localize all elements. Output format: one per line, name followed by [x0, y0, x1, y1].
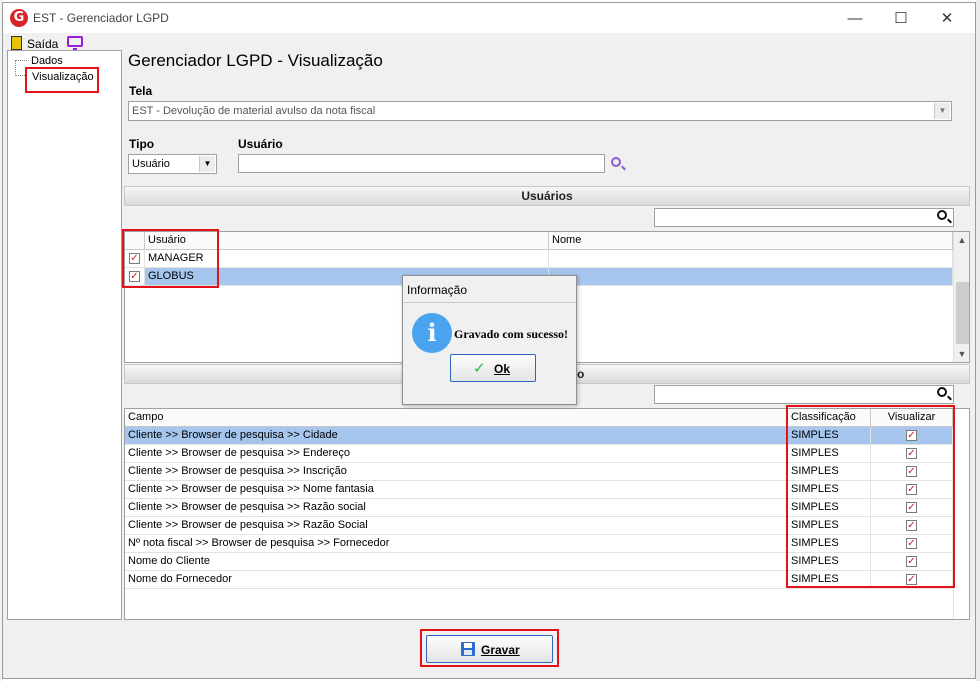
dialog-divider — [403, 302, 576, 303]
row-campo: Cliente >> Browser de pesquisa >> Cidade — [125, 427, 788, 444]
row-nome — [549, 250, 953, 267]
search-icon[interactable] — [937, 210, 947, 220]
exit-menu-item[interactable]: Saída — [27, 37, 58, 51]
usuario-input[interactable] — [238, 154, 605, 173]
title-bar: G EST - Gerenciador LGPD — ☐ ✕ — [3, 3, 975, 33]
highlight-box-fields — [786, 405, 955, 588]
save-button[interactable]: Gravar — [426, 635, 553, 663]
scroll-down-icon[interactable]: ▼ — [954, 346, 969, 362]
info-icon: i — [412, 313, 452, 353]
row-nome — [549, 268, 953, 285]
window-title: EST - Gerenciador LGPD — [33, 11, 169, 25]
tree-connector — [15, 60, 16, 76]
column-header-nome[interactable]: Nome — [549, 232, 953, 250]
row-campo: Cliente >> Browser de pesquisa >> Inscri… — [125, 463, 788, 480]
close-button[interactable]: ✕ — [924, 7, 970, 31]
highlight-box-tree — [25, 67, 99, 93]
tela-select[interactable]: EST - Devolução de material avulso da no… — [128, 101, 952, 121]
row-campo: Cliente >> Browser de pesquisa >> Nome f… — [125, 481, 788, 498]
dialog-title: Informação — [407, 283, 468, 297]
tela-label: Tela — [129, 84, 153, 98]
campos-section-title: o — [577, 367, 585, 381]
table-row[interactable]: ✓ MANAGER — [125, 250, 953, 268]
chevron-down-icon[interactable]: ▼ — [934, 103, 950, 119]
row-campo: Cliente >> Browser de pesquisa >> Razão … — [125, 499, 788, 516]
dialog-message: Gravado com sucesso! — [454, 327, 568, 341]
fields-grid-scrollbar-area — [953, 409, 969, 619]
column-header-campo[interactable]: Campo — [125, 409, 788, 427]
menu-bar: Saída — [3, 33, 975, 53]
row-campo: Cliente >> Browser de pesquisa >> Razão … — [125, 517, 788, 534]
navigation-tree: Dados Visualização — [7, 50, 122, 620]
minimize-button[interactable]: — — [832, 7, 878, 31]
maximize-button[interactable]: ☐ — [878, 7, 924, 31]
usuarios-section-header: Usuários — [124, 186, 970, 206]
tipo-label: Tipo — [129, 137, 155, 151]
ok-button[interactable]: ✓ Ok — [450, 354, 536, 382]
users-search-input[interactable] — [654, 208, 954, 227]
usuario-label: Usuário — [238, 137, 283, 151]
tipo-select-value: Usuário — [132, 158, 170, 170]
chevron-down-icon[interactable]: ▼ — [199, 156, 215, 172]
ok-button-label: Ok — [494, 362, 511, 376]
tipo-select[interactable]: Usuário ▼ — [128, 154, 217, 174]
info-dialog: Informação i Gravado com sucesso! ✓ Ok — [402, 275, 577, 405]
floppy-disk-icon — [461, 642, 475, 656]
search-icon[interactable] — [611, 157, 621, 167]
exit-door-icon[interactable] — [11, 36, 22, 50]
fields-search-input[interactable] — [654, 385, 954, 404]
monitor-icon[interactable] — [67, 36, 83, 51]
row-campo: Nome do Cliente — [125, 553, 788, 570]
users-grid-scrollbar[interactable]: ▲ ▼ — [953, 232, 969, 362]
scroll-up-icon[interactable]: ▲ — [954, 232, 969, 248]
users-grid-header: Usuário Nome — [125, 232, 953, 250]
background-edge-right — [976, 0, 980, 681]
scroll-thumb[interactable] — [956, 282, 969, 344]
checkmark-icon: ✓ — [473, 359, 486, 377]
tree-connector — [15, 60, 29, 61]
search-icon[interactable] — [937, 387, 947, 397]
save-button-label: Gravar — [481, 643, 520, 657]
highlight-box-users — [122, 229, 219, 288]
app-logo-icon: G — [10, 9, 28, 27]
row-campo: Nº nota fiscal >> Browser de pesquisa >>… — [125, 535, 788, 552]
tree-item-dados[interactable]: Dados — [31, 55, 63, 67]
page-title: Gerenciador LGPD - Visualização — [128, 51, 383, 70]
row-campo: Cliente >> Browser de pesquisa >> Endere… — [125, 445, 788, 462]
row-campo: Nome do Fornecedor — [125, 571, 788, 588]
tela-select-value: EST - Devolução de material avulso da no… — [132, 105, 376, 117]
